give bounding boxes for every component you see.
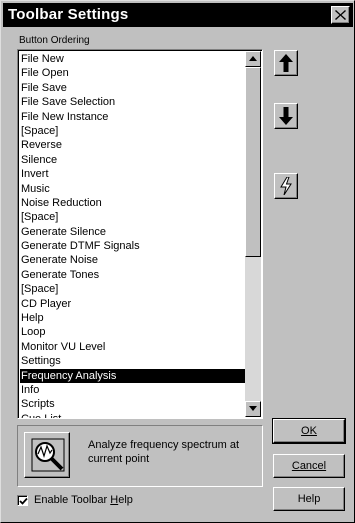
- list-item[interactable]: Info: [20, 383, 245, 397]
- list-item[interactable]: Monitor VU Level: [20, 340, 245, 354]
- title-bar[interactable]: Toolbar Settings: [3, 3, 353, 27]
- move-down-button[interactable]: [274, 103, 298, 129]
- list-item[interactable]: Generate DTMF Signals: [20, 239, 245, 253]
- list-item[interactable]: Generate Silence: [20, 225, 245, 239]
- list-item[interactable]: [Space]: [20, 210, 245, 224]
- list-item[interactable]: Help: [20, 311, 245, 325]
- toolbar-help-panel: Analyze frequency spectrum at current po…: [17, 425, 263, 487]
- vertical-scrollbar[interactable]: [245, 51, 261, 417]
- scroll-up-button[interactable]: [245, 51, 261, 67]
- list-item[interactable]: Generate Noise: [20, 253, 245, 267]
- list-item[interactable]: Reverse: [20, 138, 245, 152]
- list-item[interactable]: Music: [20, 182, 245, 196]
- list-item[interactable]: File Save: [20, 81, 245, 95]
- list-item[interactable]: Settings: [20, 354, 245, 368]
- help-icon-box: [24, 432, 70, 478]
- button-ordering-listbox[interactable]: File New File Open File Save File Save Sele…: [17, 49, 263, 419]
- scroll-down-button[interactable]: [245, 401, 261, 417]
- list-item[interactable]: [Space]: [20, 282, 245, 296]
- list-item[interactable]: File Save Selection: [20, 95, 245, 109]
- list-item[interactable]: File Open: [20, 66, 245, 80]
- list-item[interactable]: Frequency Analysis: [20, 368, 245, 383]
- list-item[interactable]: File New Instance: [20, 110, 245, 124]
- toolbar-settings-dialog: Toolbar Settings Button Ordering File Ne…: [0, 0, 355, 523]
- cancel-button-label: Cancel: [291, 460, 327, 472]
- help-description: Analyze frequency spectrum at current po…: [88, 439, 240, 465]
- label-suffix: elp: [118, 494, 133, 506]
- list-item[interactable]: Generate Tones: [20, 268, 245, 282]
- help-button[interactable]: Help: [273, 487, 345, 511]
- list-item[interactable]: File New: [20, 52, 245, 66]
- list-item[interactable]: Scripts: [20, 397, 245, 411]
- button-ordering-list: File New File Open File Save File Save Sele…: [20, 52, 245, 418]
- enable-toolbar-help-checkbox[interactable]: [17, 495, 28, 506]
- scrollbar-thumb[interactable]: [245, 67, 261, 257]
- enable-toolbar-help-label: Enable Toolbar Help: [34, 494, 133, 506]
- list-item[interactable]: CD Player: [20, 297, 245, 311]
- list-item[interactable]: Invert: [20, 167, 245, 181]
- help-button-label: Help: [297, 493, 321, 505]
- ok-button-label: OK: [301, 425, 317, 437]
- list-item[interactable]: [Space]: [20, 124, 245, 138]
- close-button[interactable]: [331, 6, 350, 24]
- list-item[interactable]: Cue List: [20, 412, 245, 418]
- ok-button[interactable]: OK: [272, 418, 346, 444]
- label-prefix: Enable Toolbar: [34, 494, 111, 506]
- lightning-button[interactable]: [274, 173, 298, 199]
- window-title: Toolbar Settings: [8, 6, 129, 23]
- list-item[interactable]: Silence: [20, 153, 245, 167]
- list-item[interactable]: Loop: [20, 325, 245, 339]
- list-item[interactable]: Noise Reduction: [20, 196, 245, 210]
- cancel-button[interactable]: Cancel: [273, 454, 345, 478]
- button-ordering-label: Button Ordering: [19, 35, 90, 46]
- move-up-button[interactable]: [274, 50, 298, 76]
- label-accelerator: H: [110, 494, 119, 506]
